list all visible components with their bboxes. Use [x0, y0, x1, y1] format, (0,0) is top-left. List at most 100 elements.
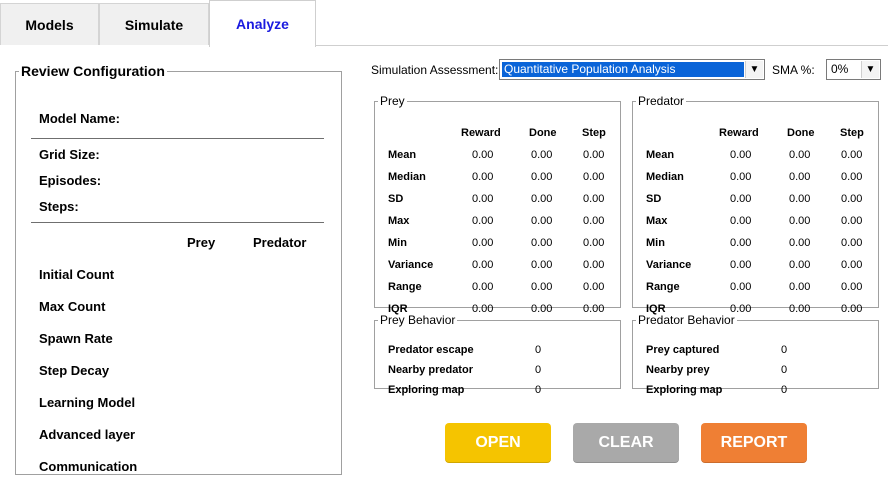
stat-label-median: Median — [388, 171, 426, 183]
stat-value: 0.00 — [841, 149, 863, 161]
behavior-value: 0 — [535, 384, 542, 396]
grid-size-label: Grid Size: — [39, 147, 100, 162]
simulation-assessment-select[interactable]: Quantitative Population Analysis ▼ — [499, 59, 765, 80]
tab-strip: Models Simulate Analyze — [0, 0, 888, 47]
prey-column-header: Prey — [187, 235, 216, 250]
behavior-value: 0 — [535, 364, 542, 376]
stat-value: 0.00 — [583, 171, 605, 183]
tab-label: Analyze — [236, 16, 289, 32]
prey-stats-group: Prey Reward Done Step Mean 0.00 0.00 0.0… — [374, 94, 621, 315]
stat-value: 0.00 — [583, 281, 605, 293]
predator-behavior-title: Predator Behavior — [638, 313, 735, 327]
stat-label-variance: Variance — [388, 259, 434, 271]
report-button[interactable]: REPORT — [701, 423, 807, 463]
stat-value: 0.00 — [531, 193, 553, 205]
predator-stats-group: Predator Reward Done Step Mean 0.00 0.00… — [632, 94, 879, 315]
stat-value: 0.00 — [472, 259, 494, 271]
sma-label: SMA %: — [772, 63, 815, 77]
tab-simulate[interactable]: Simulate — [99, 3, 209, 45]
clear-button-label: CLEAR — [598, 434, 654, 451]
stat-value: 0.00 — [730, 281, 752, 293]
done-column-header: Done — [529, 127, 557, 139]
stat-value: 0.00 — [531, 149, 553, 161]
open-button-label: OPEN — [475, 434, 521, 451]
stat-value: 0.00 — [789, 149, 811, 161]
report-button-label: REPORT — [720, 434, 788, 451]
episodes-label: Episodes: — [39, 173, 102, 188]
tab-analyze[interactable]: Analyze — [209, 0, 316, 47]
spawn-rate-label: Spawn Rate — [39, 331, 113, 346]
step-column-header: Step — [840, 127, 864, 139]
stat-value: 0.00 — [531, 171, 553, 183]
stat-value: 0.00 — [789, 237, 811, 249]
stat-value: 0.00 — [531, 215, 553, 227]
stat-value: 0.00 — [472, 149, 494, 161]
stat-label-median: Median — [646, 171, 684, 183]
done-column-header: Done — [787, 127, 815, 139]
sma-select[interactable]: 0% ▼ — [826, 59, 881, 80]
stat-value: 0.00 — [472, 237, 494, 249]
advanced-layer-label: Advanced layer — [39, 427, 136, 442]
tab-label: Models — [25, 16, 74, 33]
behavior-label: Nearby predator — [388, 364, 473, 376]
behavior-value: 0 — [781, 384, 788, 396]
stat-value: 0.00 — [531, 259, 553, 271]
stat-label-mean: Mean — [646, 149, 675, 161]
stat-value: 0.00 — [531, 281, 553, 293]
communication-label: Communication — [39, 459, 138, 474]
stat-value: 0.00 — [583, 193, 605, 205]
stat-value: 0.00 — [730, 171, 752, 183]
stat-label-range: Range — [646, 281, 680, 293]
predator-column-header: Predator — [253, 235, 307, 250]
stat-value: 0.00 — [841, 171, 863, 183]
clear-button[interactable]: CLEAR — [573, 423, 679, 463]
prey-behavior-title: Prey Behavior — [380, 313, 456, 327]
stat-value: 0.00 — [531, 237, 553, 249]
stat-value: 0.00 — [789, 281, 811, 293]
stat-label-range: Range — [388, 281, 422, 293]
simulation-assessment-label: Simulation Assessment: — [371, 63, 499, 77]
steps-label: Steps: — [39, 199, 79, 214]
stat-value: 0.00 — [730, 193, 752, 205]
stat-label-max: Max — [388, 215, 410, 227]
tab-models[interactable]: Models — [0, 3, 99, 45]
predator-stats-title: Predator — [638, 94, 685, 108]
divider — [31, 222, 324, 223]
stat-value: 0.00 — [472, 193, 494, 205]
predator-behavior-group: Predator Behavior Prey captured 0 Nearby… — [632, 313, 879, 396]
stat-value: 0.00 — [841, 215, 863, 227]
behavior-value: 0 — [535, 344, 542, 356]
stat-value: 0.00 — [789, 193, 811, 205]
review-configuration-group: Review Configuration Model Name: Grid Si… — [15, 63, 342, 475]
stat-value: 0.00 — [472, 171, 494, 183]
simulation-assessment-value: Quantitative Population Analysis — [501, 61, 745, 78]
stat-value: 0.00 — [472, 281, 494, 293]
step-column-header: Step — [582, 127, 606, 139]
stat-value: 0.00 — [583, 149, 605, 161]
tab-label: Simulate — [124, 16, 184, 33]
stat-value: 0.00 — [730, 259, 752, 271]
stat-value: 0.00 — [789, 215, 811, 227]
stat-value: 0.00 — [841, 237, 863, 249]
stat-label-max: Max — [646, 215, 668, 227]
stat-value: 0.00 — [730, 149, 752, 161]
open-button[interactable]: OPEN — [445, 423, 551, 463]
reward-column-header: Reward — [719, 127, 759, 139]
tab-divider — [315, 45, 888, 46]
stat-label-min: Min — [646, 237, 665, 249]
behavior-value: 0 — [781, 364, 788, 376]
step-decay-label: Step Decay — [39, 363, 110, 378]
stat-value: 0.00 — [730, 215, 752, 227]
model-name-label: Model Name: — [39, 111, 120, 126]
behavior-label: Nearby prey — [646, 364, 710, 376]
stat-value: 0.00 — [472, 215, 494, 227]
behavior-label: Predator escape — [388, 344, 474, 356]
prey-stats-title: Prey — [380, 94, 405, 108]
chevron-down-icon[interactable]: ▼ — [861, 61, 879, 78]
stat-value: 0.00 — [730, 237, 752, 249]
stat-value: 0.00 — [841, 281, 863, 293]
stat-value: 0.00 — [789, 171, 811, 183]
stat-label-mean: Mean — [388, 149, 417, 161]
chevron-down-icon[interactable]: ▼ — [745, 61, 763, 78]
stat-label-variance: Variance — [646, 259, 692, 271]
